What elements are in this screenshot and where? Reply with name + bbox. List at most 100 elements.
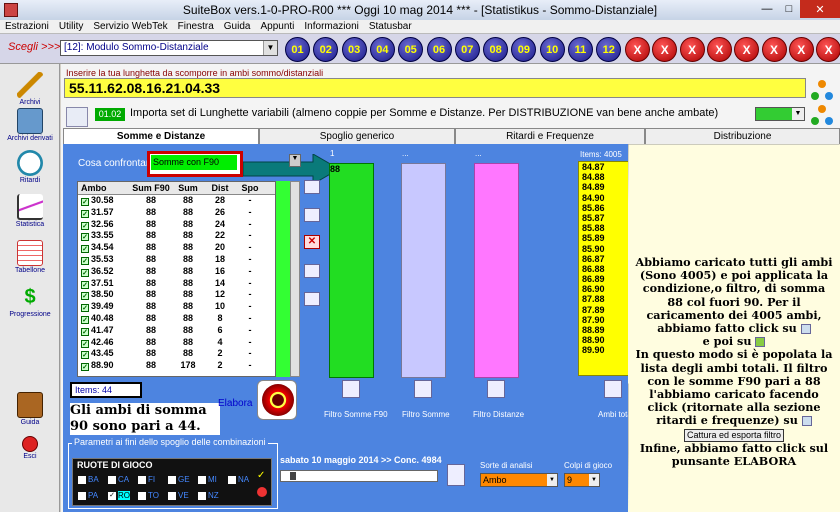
ruota-checkbox-na[interactable]: NA xyxy=(228,475,249,484)
export-icon[interactable] xyxy=(304,292,320,306)
checkbox-icon[interactable] xyxy=(228,475,236,484)
table-row[interactable]: ✓ 34.54 88 88 20 - xyxy=(78,242,275,254)
sidebar-item-statistica[interactable]: Statistica xyxy=(2,194,58,228)
date-scrollbar[interactable] xyxy=(280,470,438,482)
save-icon[interactable] xyxy=(304,180,320,194)
import-icon[interactable] xyxy=(66,107,88,127)
module-button-07[interactable]: 07 xyxy=(454,37,480,62)
list-item[interactable]: 88.89 xyxy=(579,325,632,335)
ruota-checkbox-to[interactable]: TO xyxy=(138,491,159,500)
module-button-03[interactable]: 03 xyxy=(341,37,367,62)
module-button-01[interactable]: 01 xyxy=(285,37,310,62)
checkbox-icon[interactable] xyxy=(138,475,146,484)
ruota-checkbox-fi[interactable]: FI xyxy=(138,475,155,484)
delete-icon[interactable]: ✕ xyxy=(304,235,320,249)
import-select[interactable]: ▼ xyxy=(755,107,805,121)
filtro-distanze-list[interactable] xyxy=(474,163,519,378)
column-header-spo[interactable]: Spo xyxy=(236,182,264,194)
sidebar-item-progressione[interactable]: $ Progressione xyxy=(2,284,58,318)
list-item[interactable]: 86.90 xyxy=(579,284,632,294)
module-button-11[interactable]: 11 xyxy=(568,37,593,62)
column-header-sum-f90[interactable]: Sum F90 xyxy=(130,182,172,194)
checkbox-icon[interactable] xyxy=(108,475,116,484)
ruota-checkbox-nz[interactable]: NZ xyxy=(198,491,219,500)
table-row[interactable]: ✓ 35.53 88 88 18 - xyxy=(78,254,275,266)
row-checkbox[interactable]: ✓ xyxy=(81,256,89,265)
sidebar-item-archivi-derivati[interactable]: Archivi derivati xyxy=(2,108,58,142)
module-button-06[interactable]: 06 xyxy=(426,37,452,62)
list-item[interactable]: 87.88 xyxy=(579,294,632,304)
sidebar-item-esci[interactable]: Esci xyxy=(2,436,58,460)
list-item[interactable]: 85.88 xyxy=(579,223,632,233)
elabora-button[interactable] xyxy=(257,380,297,420)
row-checkbox[interactable]: ✓ xyxy=(81,351,89,360)
filtro-distanze-icon[interactable] xyxy=(487,380,505,398)
filtro-somme-list[interactable] xyxy=(401,163,446,378)
row-checkbox[interactable]: ✓ xyxy=(81,292,89,301)
column-header-dist[interactable]: Dist xyxy=(204,182,236,194)
sidebar-item-archivi[interactable]: Archivi xyxy=(2,72,58,106)
sidebar-item-ritardi[interactable]: Ritardi xyxy=(2,150,58,184)
tab-spoglio-generico[interactable]: Spoglio generico xyxy=(259,128,455,144)
module-button-04[interactable]: 04 xyxy=(369,37,395,62)
menu-item-informazioni[interactable]: Informazioni xyxy=(299,21,363,32)
table-row[interactable]: ✓ 30.58 88 88 28 - xyxy=(78,195,275,207)
disabled-module-button[interactable]: X xyxy=(679,37,705,62)
chevron-down-icon[interactable]: ▼ xyxy=(263,41,277,55)
close-icon[interactable]: ✕ xyxy=(800,0,840,18)
ruota-checkbox-ge[interactable]: GE xyxy=(168,475,190,484)
row-checkbox[interactable]: ✓ xyxy=(81,233,89,242)
checkbox-icon[interactable] xyxy=(168,475,176,484)
disabled-module-button[interactable]: X xyxy=(761,37,787,62)
menu-item-appunti[interactable]: Appunti xyxy=(255,21,299,32)
calculator-icon[interactable] xyxy=(447,464,465,486)
menu-item-statusbar[interactable]: Statusbar xyxy=(364,21,417,32)
tab-distribuzione[interactable]: Distribuzione xyxy=(645,128,840,144)
row-checkbox[interactable]: ✓ xyxy=(81,221,89,230)
row-checkbox[interactable]: ✓ xyxy=(81,327,89,336)
filtro-somme-icon[interactable] xyxy=(414,380,432,398)
disabled-module-button[interactable]: X xyxy=(816,37,840,62)
checkbox-icon[interactable]: ✓ xyxy=(108,491,116,500)
triangle-network-icon[interactable] xyxy=(810,79,834,101)
list-item[interactable]: 84.87 xyxy=(579,162,632,172)
filtro-somme-f90-icon[interactable] xyxy=(342,380,360,398)
sidebar-item-tabellone[interactable]: Tabellone xyxy=(2,240,58,274)
chevron-down-icon[interactable]: ▼ xyxy=(547,474,557,486)
list-item[interactable]: 86.87 xyxy=(579,254,632,264)
chevron-down-icon[interactable]: ▼ xyxy=(792,108,804,120)
list-item[interactable]: 87.90 xyxy=(579,315,632,325)
list-item[interactable]: 89.90 xyxy=(579,345,632,355)
table-row[interactable]: ✓ 40.48 88 88 8- xyxy=(78,313,275,325)
table-row[interactable]: ✓ 39.49 88 88 10 - xyxy=(78,301,275,313)
list-item[interactable]: 85.89 xyxy=(579,233,632,243)
checkbox-icon[interactable] xyxy=(78,491,86,500)
list-item[interactable]: 84.88 xyxy=(579,172,632,182)
table-row[interactable]: ✓ 37.51 88 88 14 - xyxy=(78,278,275,290)
module-button-10[interactable]: 10 xyxy=(539,37,565,62)
minimize-icon[interactable]: — xyxy=(756,0,778,18)
filter-icon[interactable] xyxy=(304,264,320,278)
table-row[interactable]: ✓ 38.50 88 88 12 - xyxy=(78,289,275,301)
maximize-icon[interactable]: □ xyxy=(778,0,800,18)
table-row[interactable]: ✓ 88.90 88 178 2 - xyxy=(78,360,275,372)
triangle-network-icon[interactable] xyxy=(810,104,834,126)
filtro-somme-f90-list[interactable] xyxy=(329,163,374,378)
column-header-ambo[interactable]: Ambo xyxy=(78,182,130,194)
module-select[interactable]: [12]: Modulo Sommo-Distanziale ▼ xyxy=(60,40,278,56)
column-header-sum[interactable]: Sum xyxy=(172,182,204,194)
sidebar-item-guida[interactable]: Guida xyxy=(2,392,58,426)
disabled-module-button[interactable]: X xyxy=(706,37,732,62)
list-item[interactable]: 87.89 xyxy=(579,305,632,315)
list-item[interactable]: 86.88 xyxy=(579,264,632,274)
lunghetta-input[interactable]: 55.11.62.08.16.21.04.33 xyxy=(64,78,806,98)
chevron-down-icon[interactable]: ▼ xyxy=(589,474,599,486)
row-checkbox[interactable]: ✓ xyxy=(81,315,89,324)
ambi-totali-list[interactable]: 84.87 84.88 84.89 84.90 85.86 85.87 85.88 85.89… xyxy=(578,161,633,376)
list-item[interactable]: 85.87 xyxy=(579,213,632,223)
check-all-icon[interactable]: ✓ xyxy=(257,470,265,481)
checkbox-icon[interactable] xyxy=(138,491,146,500)
row-checkbox[interactable]: ✓ xyxy=(81,245,89,254)
row-checkbox[interactable]: ✓ xyxy=(81,304,89,313)
clear-icon[interactable] xyxy=(257,487,267,497)
